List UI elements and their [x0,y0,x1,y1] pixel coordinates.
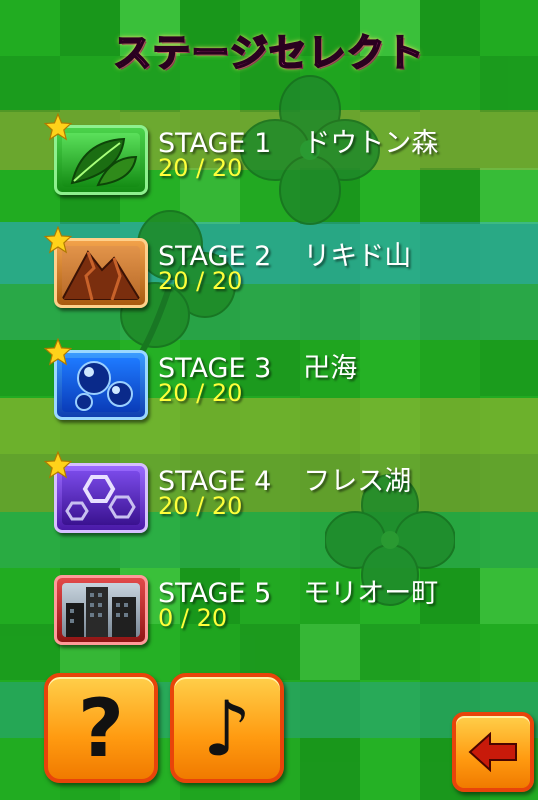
stage-progress: 20 / 20 [158,154,243,182]
back-button[interactable] [452,712,534,792]
stage-progress: 20 / 20 [158,379,243,407]
star-icon [44,451,72,479]
stage-progress: 0 / 20 [158,604,228,632]
screen-title: ステージセレクト [112,30,425,76]
stage-item-5[interactable]: STAGE 5 モリオー町 0 / 20 [48,571,518,655]
sound-button[interactable]: ♪ [170,673,284,783]
stage-item-4[interactable]: STAGE 4 フレス湖 20 / 20 [44,451,518,543]
stage-progress: 20 / 20 [158,492,243,520]
leaf-icon [62,133,140,187]
question-mark-icon: ? [77,681,125,775]
music-note-icon: ♪ [202,683,252,773]
stage-item-1[interactable]: STAGE 1 ドウトン森 20 / 20 [44,113,518,205]
star-icon [44,338,72,366]
left-arrow-icon [468,732,517,772]
stage-item-2[interactable]: STAGE 2 リキド山 20 / 20 [44,226,518,318]
stage-progress: 20 / 20 [158,267,243,295]
help-button[interactable]: ? [44,673,158,783]
mountain-icon [62,246,140,300]
star-icon [44,113,72,141]
city-buildings-icon [62,583,140,637]
snowflake-icon [62,471,140,525]
stage-item-3[interactable]: STAGE 3 卍海 20 / 20 [44,338,518,430]
stage-icon-frame [54,575,148,645]
water-drops-icon [62,358,140,412]
star-icon [44,226,72,254]
